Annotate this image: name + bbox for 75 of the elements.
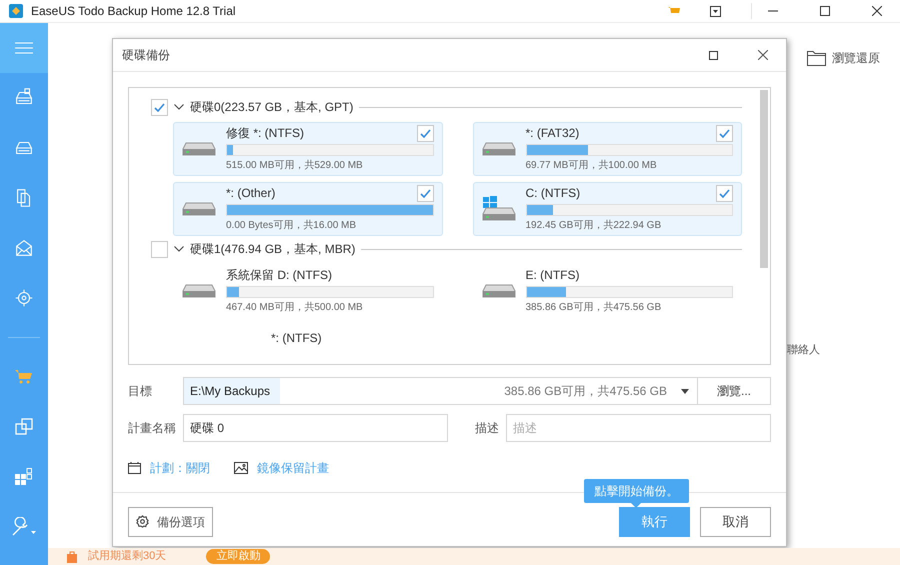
checkmark-icon — [719, 128, 730, 138]
partition-name: E: (NTFS) — [526, 267, 580, 284]
menu-icon — [15, 42, 33, 54]
envelope-icon — [13, 237, 35, 259]
drive-icon — [182, 202, 216, 216]
maximize-icon[interactable] — [820, 6, 830, 16]
partition-usage: 69.77 MB可用，共100.00 MB — [526, 158, 658, 173]
target-space: 385.86 GB可用，共475.56 GB — [504, 383, 667, 400]
partition-usage: 385.86 GB可用，共475.56 GB — [526, 300, 662, 315]
checkmark-icon — [420, 128, 430, 138]
field-label: 描述 — [475, 420, 500, 437]
cart-icon[interactable] — [668, 6, 680, 16]
close-icon[interactable] — [758, 50, 768, 60]
checkbox[interactable] — [416, 184, 434, 202]
checkbox[interactable] — [151, 240, 168, 258]
partition-usage: 515.00 MB可用，共529.00 MB — [226, 158, 364, 173]
checkmark-icon — [154, 102, 165, 112]
disk-label: 硬碟1(476.94 GB，基本, MBR) — [190, 241, 356, 258]
image-icon — [234, 462, 248, 474]
apps-icon — [15, 468, 33, 486]
partition-usage: 0.00 Bytes可用，共16.00 MB — [226, 218, 358, 233]
field-label: 目標 — [128, 383, 153, 400]
dialog-title: 硬碟備份 — [122, 47, 171, 64]
calendar-icon — [128, 462, 141, 474]
cart-icon — [15, 369, 33, 385]
checkmark-icon — [719, 188, 730, 198]
drive-icon — [482, 142, 516, 156]
app-logo-icon — [9, 4, 23, 18]
dropdown-icon[interactable] — [710, 6, 721, 16]
browse-button[interactable]: 瀏覽... — [698, 377, 771, 405]
checkbox[interactable] — [416, 124, 434, 142]
disk-label: 硬碟0(223.57 GB，基本, GPT) — [190, 99, 354, 116]
backup-options-button[interactable]: 備份選項 — [128, 506, 213, 536]
target-dropdown[interactable]: E:\My Backups 385.86 GB可用，共475.56 GB — [183, 377, 698, 405]
windows-drive-icon — [482, 196, 516, 222]
partition-name: *: (Other) — [226, 185, 276, 202]
partition-name: 系統保留 D: (NTFS) — [226, 267, 332, 284]
chevron-icon[interactable] — [174, 246, 184, 252]
chevron-icon[interactable] — [174, 104, 184, 110]
contacts-label[interactable]: 聯絡人 — [787, 342, 887, 358]
window-title: EaseUS Todo Backup Home 12.8 Trial — [31, 3, 236, 20]
drive-icon — [182, 142, 216, 156]
partition-name: *: (FAT32) — [526, 125, 580, 142]
drive-icon — [482, 284, 516, 298]
partition-card[interactable]: 修復 *: (NTFS) 515.00 MB可用，共529.00 MB — [173, 122, 442, 176]
shopping-bag-icon — [66, 550, 78, 564]
settings-icon — [136, 515, 149, 528]
cancel-button[interactable]: 取消 — [700, 506, 771, 536]
browse-restore-link[interactable]: 瀏覽還原 — [832, 49, 880, 67]
target-icon — [13, 287, 35, 309]
partition-name: C: (NTFS) — [526, 185, 580, 202]
checkbox[interactable] — [716, 184, 733, 202]
partition-usage: 467.40 MB可用，共500.00 MB — [226, 300, 364, 315]
plan-name-field[interactable]: 硬碟 0 — [183, 414, 448, 442]
description-field[interactable]: 描述 — [506, 414, 771, 442]
maximize-icon[interactable] — [709, 50, 718, 60]
partition-card[interactable]: C: (NTFS) 192.45 GB可用，共222.94 GB — [472, 182, 742, 236]
partition-card[interactable]: *: (FAT32) 69.77 MB可用，共100.00 MB — [472, 122, 742, 176]
caret-icon — [681, 388, 689, 394]
clone-icon — [14, 417, 34, 437]
field-label: 計畫名稱 — [128, 420, 177, 437]
checkmark-icon — [420, 188, 430, 198]
checkbox[interactable] — [151, 98, 168, 116]
partition-name: 修復 *: (NTFS) — [226, 125, 304, 142]
target-path: E:\My Backups — [184, 378, 280, 404]
close-icon[interactable] — [872, 6, 882, 16]
checkbox[interactable] — [716, 124, 733, 142]
folder-icon[interactable] — [807, 50, 826, 66]
scrollbar[interactable] — [760, 90, 768, 268]
drive-icon — [182, 284, 216, 298]
partition-card[interactable]: *: (Other) 0.00 Bytes可用，共16.00 MB — [173, 182, 442, 236]
trial-text: 試用期還剩30天 — [88, 549, 166, 564]
menu-button[interactable] — [0, 23, 48, 73]
partition-name: *: (NTFS) — [271, 331, 322, 345]
partition-usage: 192.45 GB可用，共222.94 GB — [526, 218, 662, 233]
